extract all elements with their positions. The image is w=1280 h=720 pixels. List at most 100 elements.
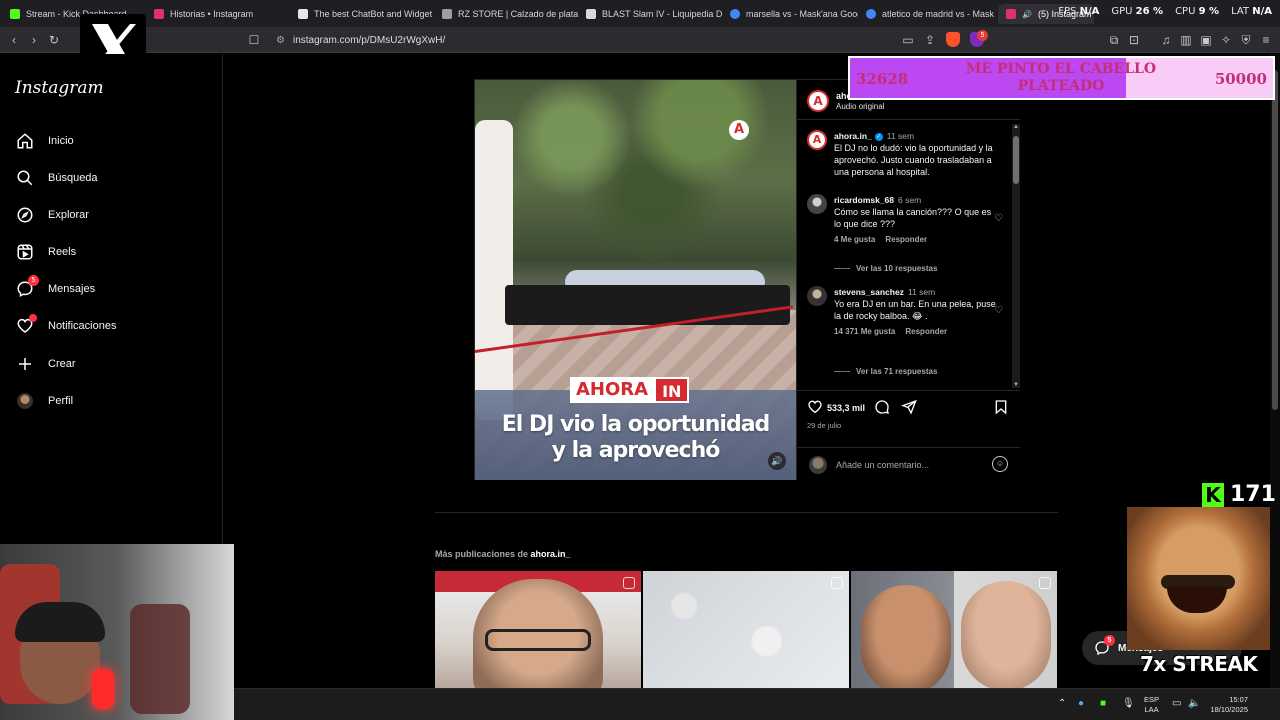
instagram-logo[interactable]: Instagram: [15, 78, 104, 98]
browser-tab-strip: Stream - Kick Dashboard Historias • Inst…: [0, 0, 1280, 27]
page-scrollbar-thumb[interactable]: [1272, 70, 1278, 410]
add-comment-bar: ☺: [797, 447, 1020, 481]
comment-body: stevens_sanchez 11 sem Yo era DJ en un ba…: [834, 286, 999, 338]
scrollbar-thumb[interactable]: [1013, 136, 1019, 184]
sidebar-item-mensajes[interactable]: 5 Mensajes: [12, 274, 212, 304]
lat-readout: LAT N/A: [1231, 6, 1272, 17]
tray-nvidia-icon[interactable]: ■: [1100, 698, 1106, 709]
streak-label: 7x STREAK: [1140, 652, 1258, 676]
wallet-icon[interactable]: ▣: [1198, 32, 1214, 48]
tab-liquipedia[interactable]: BLAST Slam IV - Liquipedia Do: [578, 4, 722, 24]
share-icon[interactable]: ⇪: [922, 32, 938, 48]
scroll-up-arrow-icon[interactable]: ▲: [1012, 124, 1020, 130]
keyboard-language[interactable]: ESP LAA: [1144, 695, 1159, 715]
comment-likes[interactable]: 4 Me gusta: [834, 234, 875, 246]
tab-instagram-stories[interactable]: Historias • Instagram: [146, 4, 290, 24]
sidebar-item-label: Explorar: [48, 209, 89, 221]
emoji-icon[interactable]: ☺: [992, 456, 1008, 472]
bookmark-icon[interactable]: ☐: [246, 32, 262, 48]
network-icon[interactable]: ▭: [1172, 698, 1181, 709]
like-heart-icon[interactable]: [807, 399, 823, 415]
reload-icon[interactable]: ↻: [46, 32, 62, 48]
sidebar-item-notificaciones[interactable]: Notificaciones: [12, 311, 212, 341]
microphone-icon[interactable]: 🎙: [1122, 698, 1135, 709]
post-actions: 533,3 mil 29 de julio ☺: [797, 390, 1020, 480]
sidebar-toggle-icon[interactable]: ▥: [1178, 32, 1194, 48]
comment-avatar[interactable]: [807, 194, 827, 214]
tray-expand-icon[interactable]: ⌃: [1058, 698, 1066, 709]
post-date: 29 de julio: [807, 421, 842, 430]
cast-icon[interactable]: ▭: [900, 32, 916, 48]
sidebar-item-busqueda[interactable]: Búsqueda: [12, 163, 212, 193]
add-comment-input[interactable]: [836, 457, 986, 473]
tab-rz-store[interactable]: RZ STORE | Calzado de platafo: [434, 4, 578, 24]
site-info-icon[interactable]: ⚙: [276, 35, 285, 46]
reply-button[interactable]: Responder: [905, 326, 947, 338]
reply-button[interactable]: Responder: [885, 234, 927, 246]
comment-username[interactable]: stevens_sanchez: [834, 287, 904, 297]
messages-pill-badge: 5: [1104, 635, 1115, 646]
screenshot-icon[interactable]: ⊡: [1126, 32, 1142, 48]
save-bookmark-icon[interactable]: [993, 399, 1009, 415]
address-bar[interactable]: ⚙ instagram.com/p/DMsU2rWgXwH/: [270, 30, 1000, 50]
volume-icon[interactable]: 🔈: [1188, 698, 1200, 709]
tray-app-icon[interactable]: ●: [1078, 698, 1084, 709]
comment-item: ricardomsk_68 6 sem Cómo se llama la canc…: [807, 194, 1007, 254]
replies-line: [834, 371, 850, 372]
tab-google-marsella[interactable]: marsella vs - Mask'ana Google: [722, 4, 858, 24]
like-count[interactable]: 533,3 mil: [827, 403, 865, 413]
comment-username[interactable]: ricardomsk_68: [834, 195, 894, 205]
view-replies-button[interactable]: Ver las 10 respuestas: [834, 264, 937, 273]
goal-target: 50000: [1214, 70, 1267, 88]
sidebar-item-perfil[interactable]: Perfil: [12, 386, 212, 416]
sidebar-item-reels[interactable]: Reels: [12, 237, 212, 267]
tab-title: BLAST Slam IV - Liquipedia Do: [602, 9, 722, 19]
vpn-icon[interactable]: ⛨: [1238, 32, 1254, 48]
sidebar-item-inicio[interactable]: Inicio: [12, 126, 212, 156]
heart-icon: [16, 314, 37, 335]
reel-icon: [831, 577, 843, 589]
comment-like-heart-icon[interactable]: ♡: [994, 305, 1003, 317]
taskbar-clock[interactable]: 15:07 18/10/2025: [1208, 695, 1248, 715]
plus-icon: [16, 355, 34, 373]
tab-title: The best ChatBot and Widget: [314, 9, 433, 19]
page-scrollbar[interactable]: [1270, 54, 1280, 688]
comment-text: El DJ no lo dudó: vio la oportunidad y l…: [834, 143, 996, 177]
audio-icon[interactable]: 🔊: [1022, 10, 1032, 19]
leo-ai-icon[interactable]: ✧: [1218, 32, 1234, 48]
more-post-thumbnail[interactable]: [435, 571, 641, 688]
forward-arrow-icon[interactable]: ›: [26, 32, 42, 48]
more-posts-author[interactable]: ahora.in_: [531, 549, 571, 559]
comment-avatar[interactable]: [807, 286, 827, 306]
sidebar-item-explorar[interactable]: Explorar: [12, 200, 212, 230]
more-post-thumbnail[interactable]: [851, 571, 1057, 688]
comment-likes[interactable]: 14 371 Me gusta: [834, 326, 895, 338]
sidebar-item-crear[interactable]: Crear: [12, 349, 212, 379]
author-avatar[interactable]: A: [807, 90, 829, 112]
extensions-icon[interactable]: ⧉: [1106, 32, 1122, 48]
post-video[interactable]: A AHORA IN El DJ vio la oportunidad y la…: [475, 80, 796, 480]
ahora-word: AHORA: [570, 377, 655, 403]
media-icon[interactable]: ♫: [1158, 32, 1174, 48]
post-modal: A AHORA IN El DJ vio la oportunidad y la…: [474, 79, 1020, 480]
audio-label[interactable]: Audio original: [836, 102, 884, 111]
back-arrow-icon[interactable]: ‹: [6, 32, 22, 48]
view-replies-label: Ver las 71 respuestas: [856, 367, 938, 376]
more-post-thumbnail[interactable]: [643, 571, 849, 688]
view-replies-button[interactable]: Ver las 71 respuestas: [834, 367, 937, 376]
brave-shield-icon[interactable]: [946, 32, 960, 47]
menu-icon[interactable]: ≡: [1258, 32, 1274, 48]
comment-like-heart-icon[interactable]: ♡: [994, 213, 1003, 225]
comment-username[interactable]: ahora.in_: [834, 131, 872, 141]
volume-icon[interactable]: 🔊: [768, 452, 786, 470]
webcam-feed: [0, 544, 234, 720]
messenger-icon: 5: [1094, 635, 1115, 656]
tab-chatbot[interactable]: The best ChatBot and Widget: [290, 4, 434, 24]
comments-scrollbar[interactable]: ▲ ▼: [1012, 124, 1020, 388]
comment-bubble-icon[interactable]: [874, 399, 890, 415]
scroll-down-arrow-icon[interactable]: ▼: [1012, 382, 1020, 388]
share-send-icon[interactable]: [901, 399, 917, 415]
comment-avatar[interactable]: A: [807, 130, 827, 150]
globe-favicon-icon: [442, 9, 452, 19]
tab-google-atletico[interactable]: atletico de madrid vs - Mask'a: [858, 4, 994, 24]
